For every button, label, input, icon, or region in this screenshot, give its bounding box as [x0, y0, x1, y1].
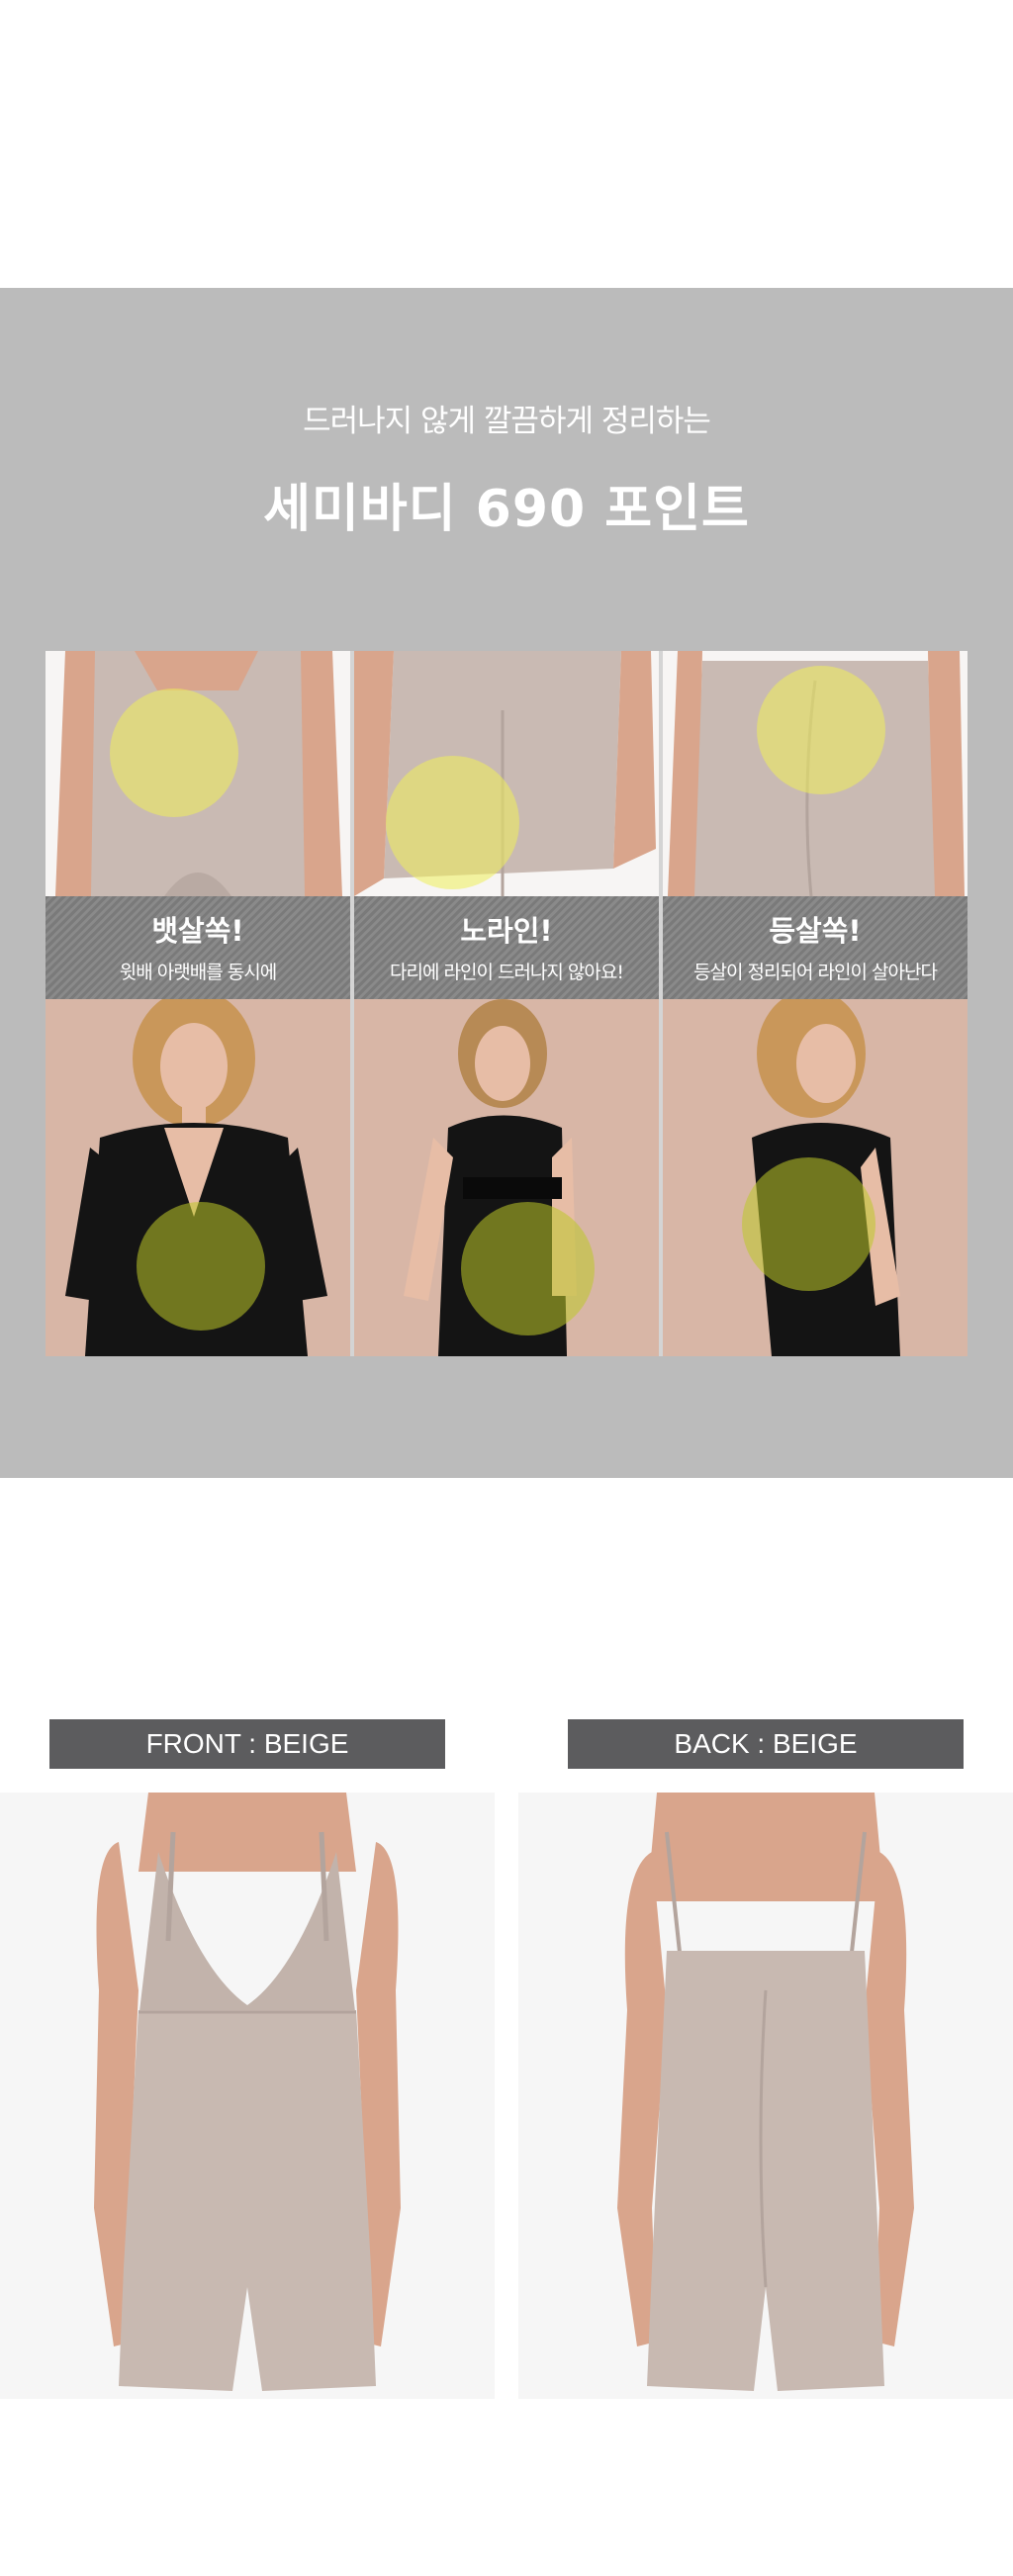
section-title: 세미바디 690 포인트 — [263, 480, 750, 539]
feature-description: 등살이 정리되어 라인이 살아난다 — [693, 962, 938, 983]
feature-back: 등살쏙! 등살이 정리되어 라인이 살아난다 — [663, 651, 967, 1356]
highlight-circle — [461, 1202, 595, 1335]
highlight-circle — [742, 1157, 875, 1291]
feature-description: 윗배 아랫배를 동시에 — [119, 962, 277, 983]
front-view-label: FRONT : BEIGE — [49, 1719, 445, 1769]
product-front-image — [0, 1793, 495, 2399]
back-view-label: BACK : BEIGE — [568, 1719, 964, 1769]
model-photo-front — [46, 999, 350, 1356]
feature-belly: 뱃살쏙! 윗배 아랫배를 동시에 — [46, 651, 350, 1356]
feature-title: 노라인! — [460, 914, 553, 948]
section-subtitle: 드러나지 않게 깔끔하게 정리하는 — [303, 404, 711, 439]
garment-front-closeup — [46, 651, 350, 896]
feature-caption: 뱃살쏙! 윗배 아랫배를 동시에 — [46, 896, 350, 999]
garment-back-closeup — [663, 651, 967, 896]
highlight-circle — [137, 1202, 265, 1331]
highlight-circle — [386, 756, 519, 889]
highlight-circle — [110, 689, 238, 817]
highlight-circle — [757, 666, 885, 794]
model-photo-side — [354, 999, 659, 1356]
feature-legline: 노라인! 다리에 라인이 드러나지 않아요! — [354, 651, 659, 1356]
feature-caption: 등살쏙! 등살이 정리되어 라인이 살아난다 — [663, 896, 967, 999]
garment-leg-closeup — [354, 651, 659, 896]
product-back-image — [518, 1793, 1013, 2399]
feature-title: 등살쏙! — [769, 914, 862, 948]
feature-description: 다리에 라인이 드러나지 않아요! — [390, 962, 624, 983]
feature-grid: 뱃살쏙! 윗배 아랫배를 동시에 노라인! 다리에 라인이 드러나지 않아요! … — [46, 651, 967, 1356]
model-photo-back — [663, 999, 967, 1356]
feature-title: 뱃살쏙! — [151, 914, 244, 948]
feature-caption: 노라인! 다리에 라인이 드러나지 않아요! — [354, 896, 659, 999]
